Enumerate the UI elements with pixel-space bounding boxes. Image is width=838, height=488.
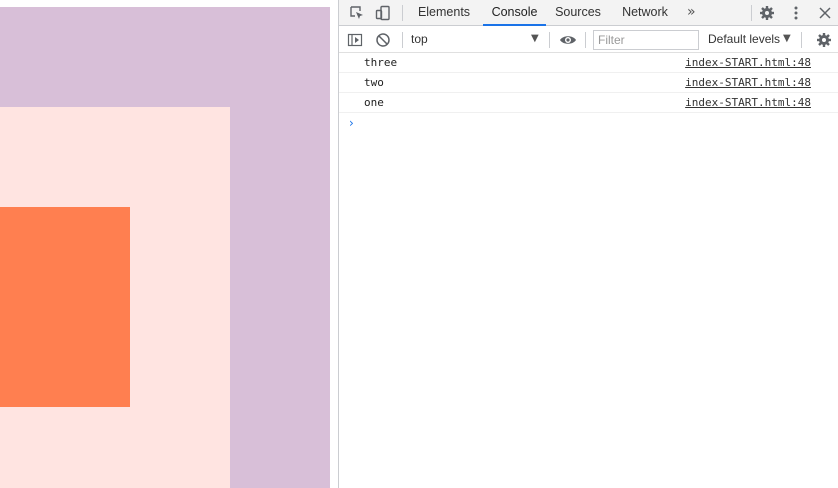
toolbar-divider: [402, 32, 403, 48]
toolbar-divider: [549, 32, 550, 48]
toolbar-divider: [751, 5, 752, 21]
outer-div[interactable]: [0, 7, 330, 488]
console-settings-gear-icon[interactable]: [814, 30, 834, 50]
tab-sources[interactable]: Sources: [551, 0, 605, 26]
console-message: three index-START.html:48: [339, 53, 838, 73]
filter-input[interactable]: [593, 30, 699, 50]
middle-div[interactable]: [0, 107, 230, 488]
devtools-panel: Elements Console Sources Network » top ▼…: [338, 0, 838, 488]
console-toolbar: top ▼ Default levels ▼: [339, 27, 838, 53]
more-tabs-button[interactable]: »: [687, 0, 696, 26]
settings-gear-icon[interactable]: [757, 3, 777, 23]
inner-div[interactable]: [0, 207, 130, 407]
console-message: one index-START.html:48: [339, 93, 838, 113]
message-text: two: [364, 76, 384, 89]
message-text: one: [364, 96, 384, 109]
live-expression-eye-icon[interactable]: [558, 30, 578, 50]
log-levels-dropdown[interactable]: Default levels: [708, 27, 780, 53]
toolbar-divider: [402, 5, 403, 21]
dropdown-arrow-icon[interactable]: ▼: [783, 27, 791, 53]
toolbar-divider: [801, 32, 802, 48]
message-source-link[interactable]: index-START.html:48: [685, 53, 811, 73]
tab-network[interactable]: Network: [617, 0, 673, 26]
message-text: three: [364, 56, 398, 69]
dropdown-arrow-icon[interactable]: ▼: [531, 27, 539, 53]
page-viewport: [0, 0, 338, 488]
more-options-icon[interactable]: [786, 3, 806, 23]
devtools-main-toolbar: Elements Console Sources Network »: [339, 0, 838, 26]
toolbar-divider: [585, 32, 586, 48]
clear-console-icon[interactable]: [373, 30, 393, 50]
console-messages: three index-START.html:48 two index-STAR…: [339, 53, 838, 113]
console-message: two index-START.html:48: [339, 73, 838, 93]
message-source-link[interactable]: index-START.html:48: [685, 93, 811, 113]
close-icon[interactable]: [815, 3, 835, 23]
console-prompt[interactable]: ›: [349, 113, 354, 133]
tab-console[interactable]: Console: [483, 0, 546, 26]
show-sidebar-icon[interactable]: [345, 30, 365, 50]
tab-elements[interactable]: Elements: [413, 0, 475, 26]
inspect-element-icon[interactable]: [347, 3, 367, 23]
context-selector[interactable]: top: [411, 27, 545, 53]
device-toolbar-icon[interactable]: [373, 3, 393, 23]
message-source-link[interactable]: index-START.html:48: [685, 73, 811, 93]
